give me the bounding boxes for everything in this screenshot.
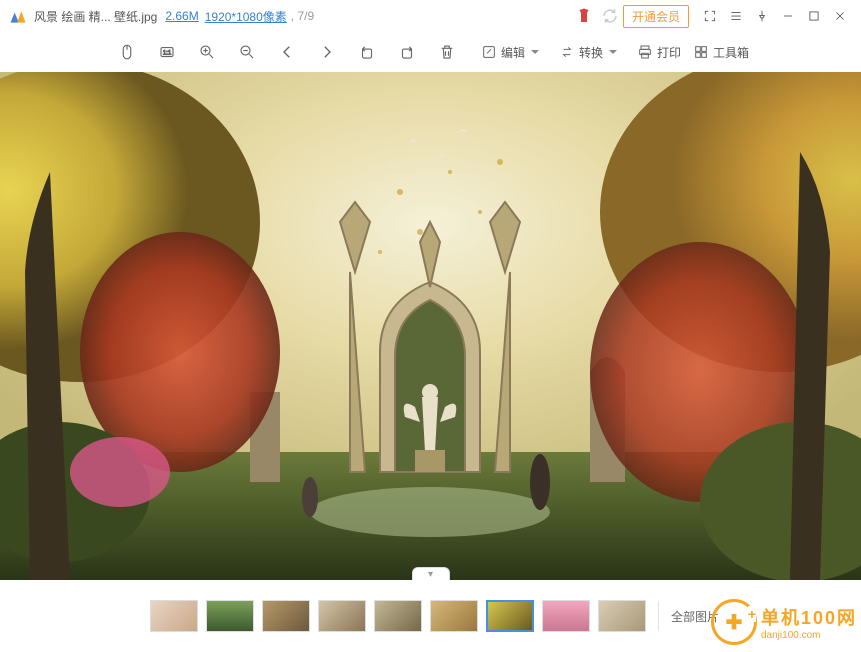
- costume-icon[interactable]: [575, 7, 593, 25]
- toolbox-button[interactable]: 工具箱: [693, 44, 749, 61]
- app-logo: [8, 6, 28, 26]
- convert-button[interactable]: 转换: [559, 44, 625, 61]
- watermark-en: danji100.com: [761, 630, 857, 641]
- panel-handle[interactable]: ▾: [412, 567, 450, 580]
- watermark-cn: 单机100网: [761, 604, 857, 630]
- menu-button[interactable]: [723, 3, 749, 29]
- filename: 风景 绘画 精... 壁纸.jpg: [34, 8, 157, 25]
- toolbox-label: 工具箱: [713, 44, 749, 61]
- delete-button[interactable]: [430, 37, 464, 67]
- thumbnail-5[interactable]: [374, 600, 422, 632]
- thumbnail-7[interactable]: [486, 600, 534, 632]
- sync-icon[interactable]: [601, 7, 619, 25]
- thumbnail-9[interactable]: [598, 600, 646, 632]
- watermark-icon: ✚: [711, 599, 757, 645]
- thumbnail-3[interactable]: [262, 600, 310, 632]
- vip-button[interactable]: 开通会员: [623, 5, 689, 28]
- thumbnail-6[interactable]: [430, 600, 478, 632]
- mouse-tool-button[interactable]: [110, 37, 144, 67]
- zoom-in-button[interactable]: [190, 37, 224, 67]
- minimize-button[interactable]: [775, 3, 801, 29]
- thumbnail-8[interactable]: [542, 600, 590, 632]
- convert-label: 转换: [579, 44, 603, 61]
- divider: [658, 601, 659, 631]
- edit-button[interactable]: 编辑: [481, 44, 547, 61]
- displayed-image: [0, 72, 861, 580]
- actual-size-button[interactable]: 1:1: [150, 37, 184, 67]
- rotate-right-button[interactable]: [390, 37, 424, 67]
- svg-text:1:1: 1:1: [163, 50, 172, 56]
- print-label: 打印: [657, 44, 681, 61]
- image-viewer[interactable]: ▾: [0, 72, 861, 580]
- thumbnail-4[interactable]: [318, 600, 366, 632]
- maximize-button[interactable]: [801, 3, 827, 29]
- thumbnail-2[interactable]: [206, 600, 254, 632]
- file-size[interactable]: 2.66M: [165, 9, 198, 23]
- pin-button[interactable]: [749, 3, 775, 29]
- titlebar: 风景 绘画 精... 壁纸.jpg 2.66M 1920*1080像素 , 7/…: [0, 0, 861, 32]
- rotate-left-button[interactable]: [350, 37, 384, 67]
- edit-label: 编辑: [501, 44, 525, 61]
- watermark: ✚ 单机100网 danji100.com: [711, 592, 861, 652]
- zoom-out-button[interactable]: [230, 37, 264, 67]
- thumbnail-list: [150, 600, 646, 632]
- file-dimensions[interactable]: 1920*1080像素: [205, 8, 287, 25]
- fullscreen-button[interactable]: [697, 3, 723, 29]
- file-index: , 7/9: [291, 9, 314, 23]
- prev-button[interactable]: [270, 37, 304, 67]
- next-button[interactable]: [310, 37, 344, 67]
- print-button[interactable]: 打印: [637, 44, 681, 61]
- toolbar: 1:1 编辑 转换 打印 工具箱: [0, 32, 861, 72]
- close-button[interactable]: [827, 3, 853, 29]
- thumbnail-1[interactable]: [150, 600, 198, 632]
